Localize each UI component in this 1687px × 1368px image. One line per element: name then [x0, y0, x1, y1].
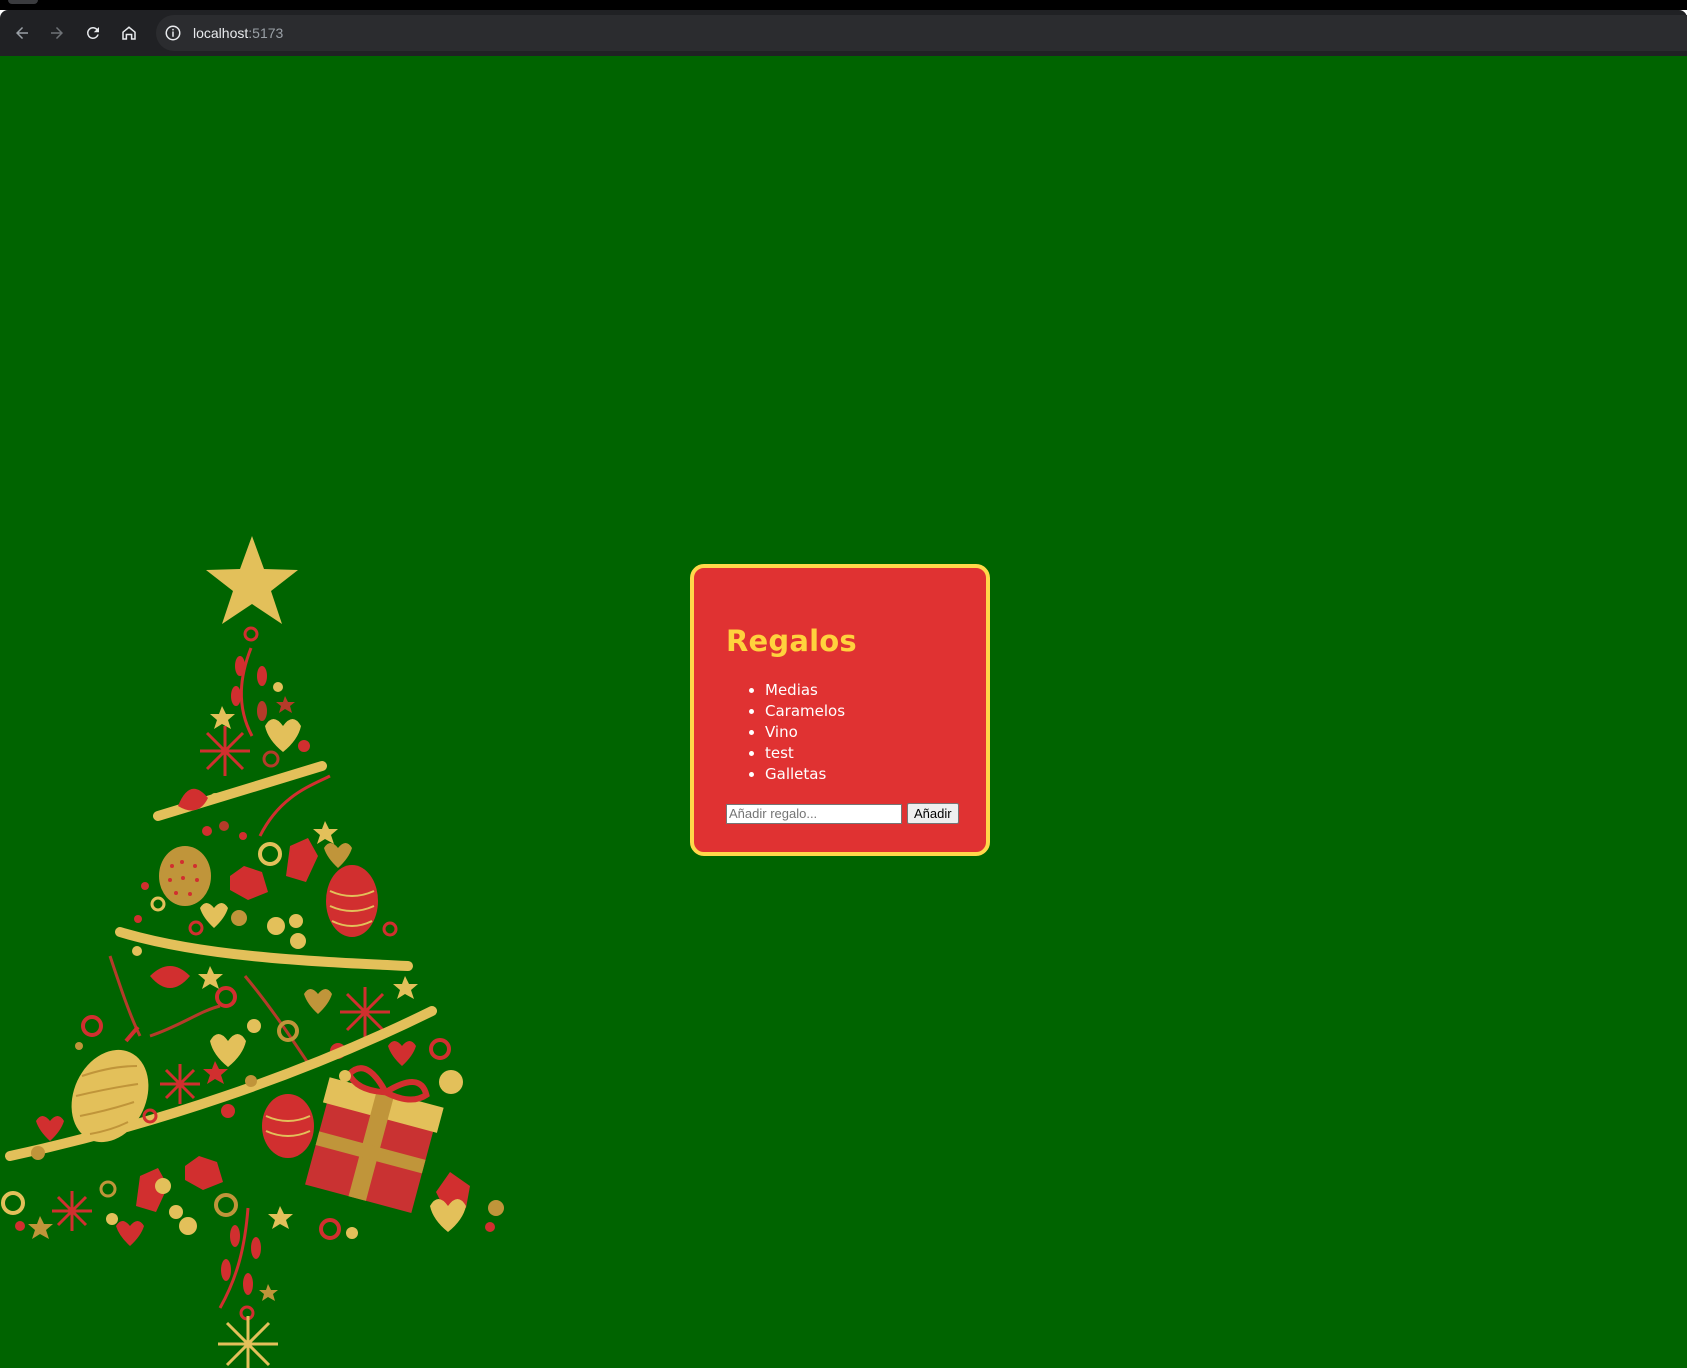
- list-item: Vino: [765, 722, 954, 743]
- add-gift-form: Añadir: [726, 803, 959, 824]
- address-bar[interactable]: localhost:5173: [156, 15, 1687, 51]
- page-viewport: Regalos Medias Caramelos Vino test Galle…: [0, 56, 1687, 1368]
- url-host: localhost: [193, 25, 249, 41]
- page-title: Regalos: [726, 624, 857, 658]
- gift-card: Regalos Medias Caramelos Vino test Galle…: [690, 564, 990, 856]
- list-item: Medias: [765, 680, 954, 701]
- list-item: Caramelos: [765, 701, 954, 722]
- tab-strip-fragment[interactable]: [8, 0, 38, 4]
- christmas-tree-illustration: [1, 536, 504, 1368]
- add-gift-button[interactable]: Añadir: [907, 803, 959, 824]
- star-icon: [206, 536, 298, 624]
- url-text[interactable]: localhost:5173: [193, 24, 283, 42]
- gift-input[interactable]: [726, 803, 902, 824]
- list-item: Galletas: [765, 764, 954, 785]
- forward-button[interactable]: [45, 21, 69, 45]
- home-icon: [122, 26, 136, 40]
- back-arrow-icon: [16, 27, 28, 39]
- forward-arrow-icon: [51, 27, 63, 39]
- site-info-icon[interactable]: [164, 24, 182, 42]
- gift-list: Medias Caramelos Vino test Galletas: [726, 680, 954, 785]
- browser-top-strip: [0, 0, 1687, 10]
- home-button[interactable]: [117, 21, 141, 45]
- back-button[interactable]: [10, 21, 34, 45]
- list-item: test: [765, 743, 954, 764]
- browser-toolbar: localhost:5173: [0, 10, 1687, 56]
- reload-button[interactable]: [81, 21, 105, 45]
- url-port: :5173: [248, 25, 284, 41]
- reload-icon: [86, 26, 99, 39]
